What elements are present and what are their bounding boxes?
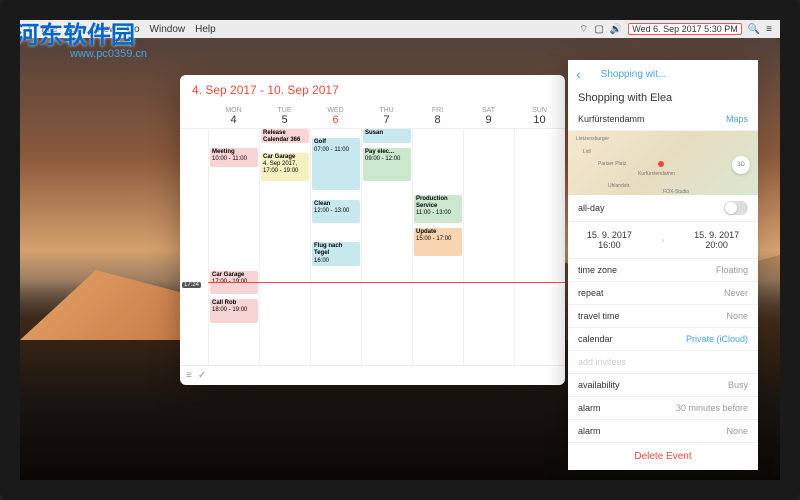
volume-icon[interactable]: 🔊 [610,24,622,35]
calendar-event[interactable]: Clean12:00 - 13:00 [312,200,360,224]
calendar-event[interactable]: Golf07:00 - 11:00 [312,138,360,190]
detail-row-travel-time[interactable]: travel timeNone [568,305,758,328]
calendar-event[interactable]: Susan [363,129,411,143]
calendar-event[interactable]: Update15:00 - 17:00 [414,228,462,256]
day-slot[interactable]: Meeting10:00 - 11:00Car Garage17:00 - 19… [208,129,259,365]
delete-event-button[interactable]: Delete Event [568,443,758,470]
detail-row-alarm[interactable]: alarm30 minutes before [568,397,758,420]
calendar-event[interactable]: Car Garage4. Sep 2017, 17:00 - 19:00 [261,153,309,181]
event-dates[interactable]: 15. 9. 201716:00 › 15. 9. 201720:00 [568,222,758,259]
day-header-thu[interactable]: THU7 [361,105,412,128]
detail-row-availability[interactable]: availabilityBusy [568,374,758,397]
detail-row-calendar[interactable]: calendarPrivate (iCloud) [568,328,758,351]
location-map[interactable]: Lietzensburger Lidl Pariser Platz Kurfür… [568,131,758,195]
day-header-sun[interactable]: SUN10 [514,105,565,128]
day-slot[interactable]: Susan Pay elec...09:00 - 12:00 [361,129,412,365]
menu-window[interactable]: Window [150,24,186,35]
week-title: 4. Sep 2017 - 10. Sep 2017 [180,75,565,105]
map-3d-button[interactable]: 3D [732,156,750,174]
maps-link[interactable]: Maps [726,114,748,124]
calendar-window: 4. Sep 2017 - 10. Sep 2017 MON4TUE5WED6T… [180,75,565,385]
watermark-url: www.pc0359.cn [70,48,147,60]
calendar-event[interactable]: Pay elec...09:00 - 12:00 [363,148,411,181]
calendar-event[interactable]: Call Rob18:00 - 19:00 [210,299,258,323]
day-slot[interactable]: Production Service11:00 - 13:00SkypeUpda… [412,129,463,365]
detail-header-title: Shopping wit... [601,69,667,80]
day-header-sat[interactable]: SAT9 [463,105,514,128]
battery-icon[interactable]: ▢ [594,24,603,35]
event-detail-panel: ‹ Shopping wit... Shopping with Elea Kur… [568,60,758,470]
day-slot[interactable]: Golf07:00 - 11:00 Clean12:00 - 13:00 Flug … [310,129,361,365]
menu-help[interactable]: Help [195,24,216,35]
detail-row-time-zone[interactable]: time zoneFloating [568,259,758,282]
back-button[interactable]: ‹ [576,66,581,82]
detail-row-add-invitees[interactable]: add invitees [568,351,758,374]
calendar-event[interactable]: Meeting10:00 - 11:00 [210,148,258,167]
day-slot[interactable]: Release Calendar 366 Car Garage4. Sep 201… [259,129,310,365]
check-icon[interactable]: ✓ [198,370,206,381]
menu-icon[interactable]: ≡ [766,24,772,35]
event-title[interactable]: Shopping with Elea [568,88,758,108]
detail-row-repeat[interactable]: repeatNever [568,282,758,305]
search-icon[interactable]: 🔍 [748,24,760,35]
day-header-mon[interactable]: MON4 [208,105,259,128]
calendar-footer: ≡ ✓ [180,365,565,385]
day-slot[interactable] [463,129,514,365]
day-header-tue[interactable]: TUE5 [259,105,310,128]
allday-label: all-day [578,203,605,213]
day-header-fri[interactable]: FRI8 [412,105,463,128]
calendar-event[interactable]: Release Calendar 366 [261,129,309,143]
location-text[interactable]: Kurfürstendamm [578,114,645,124]
menubar-datetime[interactable]: Wed 6. Sep 2017 5:30 PM [628,23,741,35]
allday-toggle[interactable] [724,201,748,215]
detail-row-alarm[interactable]: alarmNone [568,420,758,443]
list-view-icon[interactable]: ≡ [186,370,192,381]
day-slot[interactable] [514,129,565,365]
map-pin-icon [658,161,664,167]
calendar-event[interactable]: Production Service11:00 - 13:00 [414,195,462,223]
wifi-icon[interactable]: ⌔ [579,23,588,36]
day-header-wed[interactable]: WED6 [310,105,361,128]
calendar-event[interactable]: Flug nach Tegel16:00 [312,242,360,266]
watermark-logo: 河东软件园 [20,20,135,50]
